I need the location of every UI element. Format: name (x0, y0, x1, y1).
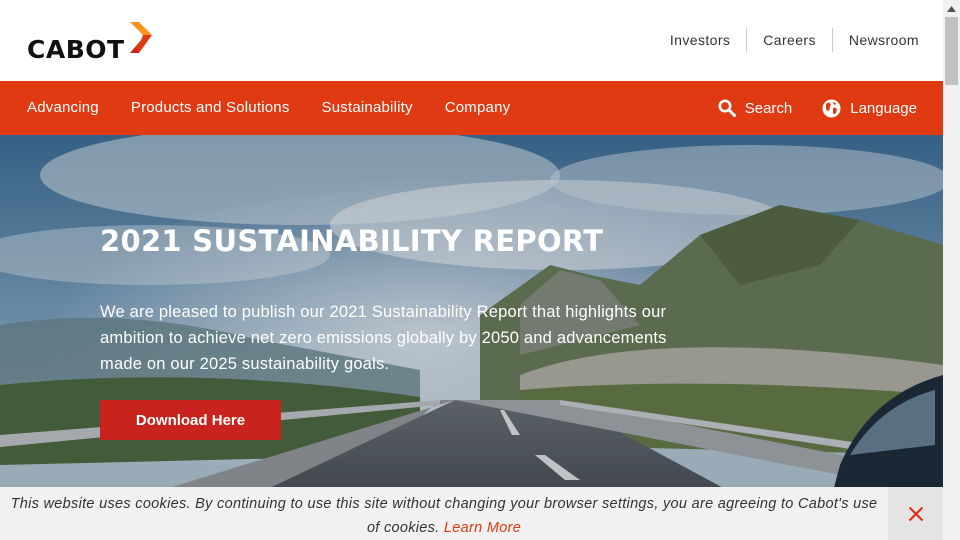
search-icon (718, 99, 736, 117)
nav-item-products-and-solutions[interactable]: Products and Solutions (115, 81, 306, 135)
utility-link-careers[interactable]: Careers (746, 28, 832, 52)
hero-description-line: We are pleased to publish our 2021 Susta… (100, 303, 667, 321)
scrollbar-thumb[interactable] (945, 17, 958, 85)
hero-banner: 2021 SUSTAINABILITY REPORT We are please… (0, 135, 943, 540)
language-button[interactable]: Language (822, 99, 917, 118)
hero-content: 2021 SUSTAINABILITY REPORT We are please… (100, 223, 720, 377)
hero-description-line: made on our 2025 sustainability goals. (100, 355, 390, 373)
cookie-notice: This website uses cookies. By continuing… (0, 487, 943, 540)
logo-wordmark: CABOT (27, 35, 125, 64)
utility-link-newsroom[interactable]: Newsroom (831, 28, 919, 52)
globe-icon (822, 99, 841, 117)
hero-description: We are pleased to publish our 2021 Susta… (100, 299, 720, 377)
search-label: Search (744, 99, 793, 117)
cookie-notice-line: of cookies. (366, 520, 440, 536)
download-report-button[interactable]: Download Here (100, 400, 281, 440)
nav-item-advancing[interactable]: Advancing (0, 81, 115, 135)
utility-link-investors[interactable]: Investors (654, 28, 746, 52)
hero-description-line: ambition to achieve net zero emissions g… (100, 329, 667, 347)
hero-title: 2021 SUSTAINABILITY REPORT (100, 224, 604, 258)
nav-item-company[interactable]: Company (429, 81, 527, 135)
scroll-up-button[interactable] (943, 0, 960, 17)
page-scrollbar[interactable] (943, 0, 960, 540)
site-header: CABOT Investors Careers Newsroom (0, 0, 943, 81)
nav-tools: Search Language (688, 99, 943, 118)
main-nav: Advancing Products and Solutions Sustain… (0, 81, 943, 135)
logo-mark-icon (129, 22, 152, 53)
chevron-up-icon (947, 5, 956, 12)
close-icon (908, 506, 923, 521)
nav-item-sustainability[interactable]: Sustainability (306, 81, 429, 135)
search-button[interactable]: Search (718, 99, 793, 117)
cookie-notice-line: This website uses cookies. By continuing… (10, 496, 878, 512)
language-label: Language (850, 99, 917, 117)
cabot-logo[interactable]: CABOT (27, 22, 153, 62)
learn-more-link[interactable]: Learn More (444, 520, 521, 536)
cookie-notice-text: This website uses cookies. By continuing… (0, 492, 888, 540)
utility-nav: Investors Careers Newsroom (654, 28, 919, 52)
cookie-close-button[interactable] (888, 487, 943, 540)
